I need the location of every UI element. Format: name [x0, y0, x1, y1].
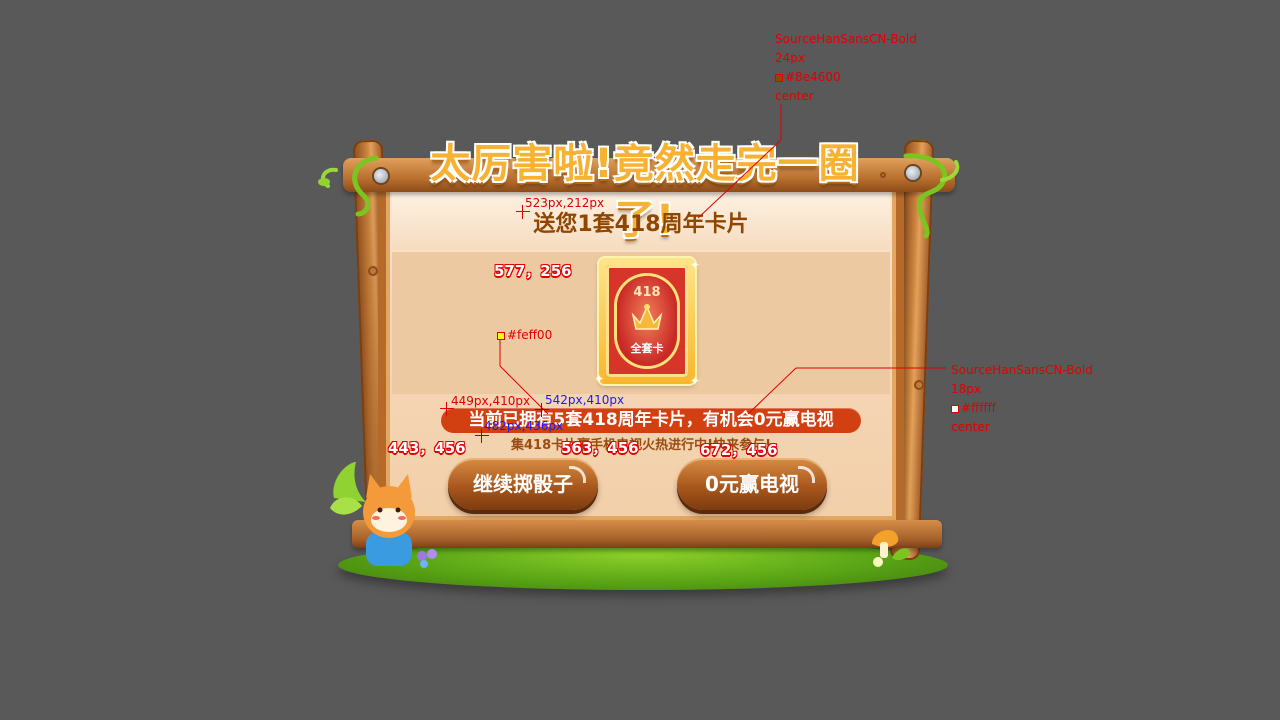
coord-subtitle: 523px,212px: [525, 196, 605, 210]
annotation-leader-lines: [499, 104, 946, 415]
crosshair-marker: [535, 403, 549, 417]
coord-card: 577，256: [494, 262, 572, 280]
coord-pill-left: 449px,410px: [451, 394, 531, 408]
color-annotation: #feff00: [497, 326, 552, 345]
color-annotation-value: #feff00: [507, 328, 553, 342]
coord-btn1: 443，456: [388, 439, 466, 457]
coord-pill-mid: 542px,410px: [545, 393, 625, 407]
coord-btn2: 563，456: [561, 439, 639, 457]
crosshair-marker: [475, 429, 489, 443]
color-swatch: [497, 331, 505, 340]
crosshair-marker: [440, 402, 454, 416]
coord-desc: 482px,436px: [484, 419, 564, 433]
coord-btn3: 672，456: [700, 441, 778, 459]
